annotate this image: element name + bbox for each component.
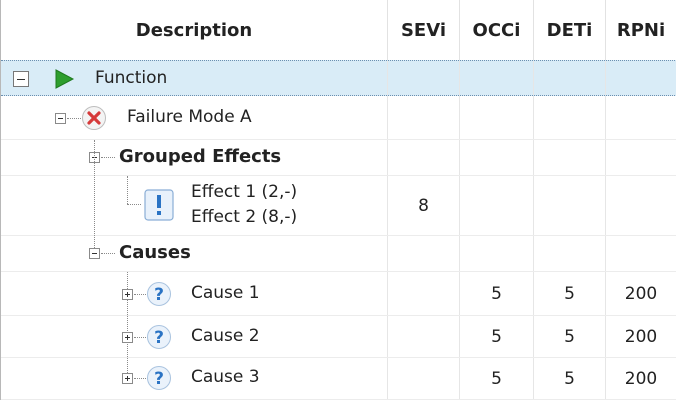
occi-cell: 5: [460, 316, 534, 357]
column-header-rpni[interactable]: RPNi: [606, 0, 676, 60]
collapse-toggle[interactable]: [55, 113, 66, 124]
description-cell: Function: [1, 61, 388, 95]
question-icon: ?: [146, 365, 172, 391]
tree-row-cause[interactable]: ? Cause 1 5 5 200: [1, 272, 676, 316]
tree-row-causes[interactable]: Causes: [1, 140, 676, 272]
rpni-cell: [606, 96, 676, 139]
expand-toggle[interactable]: [122, 289, 133, 300]
occi-cell: 5: [460, 272, 534, 315]
tree-connector: [134, 294, 146, 296]
sevi-cell: [388, 236, 460, 271]
svg-text:?: ?: [154, 285, 164, 305]
deti-cell: [534, 236, 606, 271]
grouped-effects-label: Grouped Effects: [119, 146, 282, 167]
description-cell: Effect 1 (2,-) Effect 2 (8,-): [1, 176, 388, 235]
tree-row-function[interactable]: Function: [1, 60, 676, 96]
collapse-toggle[interactable]: [13, 71, 29, 87]
deti-cell: 5: [534, 272, 606, 315]
column-header-sevi[interactable]: SEVi: [388, 0, 460, 60]
occi-cell: 5: [460, 358, 534, 399]
rpni-cell: [606, 140, 676, 175]
tree-connector: [134, 337, 146, 339]
expand-toggle[interactable]: [122, 373, 133, 384]
cause-label: Cause 1: [191, 283, 260, 303]
column-header-occi[interactable]: OCCi: [460, 0, 534, 60]
deti-cell: 5: [534, 358, 606, 399]
tree-connector: [127, 204, 141, 206]
deti-cell: [534, 96, 606, 139]
collapse-toggle[interactable]: [89, 248, 100, 259]
cause-label: Cause 2: [191, 326, 260, 346]
question-icon: ?: [146, 324, 172, 350]
play-icon: [53, 68, 75, 90]
failure-mode-label: Failure Mode A: [127, 107, 252, 127]
rpni-cell: 200: [606, 358, 676, 399]
occi-cell: [460, 176, 534, 235]
sevi-cell: 8: [388, 176, 460, 235]
sevi-cell: [388, 61, 460, 95]
tree-row-effects[interactable]: Effect 1 (2,-) Effect 2 (8,-) 8: [1, 176, 676, 236]
sevi-cell: [388, 358, 460, 399]
sevi-cell: [388, 140, 460, 175]
occi-cell: [460, 61, 534, 95]
fmea-tree-grid: Description SEVi OCCi DETi RPNi Function…: [0, 0, 676, 400]
sevi-cell: [388, 316, 460, 357]
tree-row-grouped-effects[interactable]: Grouped Effects: [1, 140, 676, 176]
rpni-cell: [606, 176, 676, 235]
tree-connector: [101, 253, 115, 255]
sevi-cell: [388, 272, 460, 315]
rpni-cell: [606, 61, 676, 95]
deti-cell: [534, 61, 606, 95]
tree-row-cause[interactable]: ? Cause 3 5 5 200: [1, 358, 676, 400]
effect-1-label: Effect 1 (2,-): [191, 182, 298, 202]
occi-cell: [460, 96, 534, 139]
description-cell: Grouped Effects: [1, 140, 388, 175]
deti-cell: [534, 176, 606, 235]
tree-connector: [134, 378, 146, 380]
x-circle-icon: [81, 105, 107, 131]
question-icon: ?: [146, 281, 172, 307]
occi-cell: [460, 236, 534, 271]
tree-row-failure-mode[interactable]: Failure Mode A: [1, 96, 676, 140]
tree-row-cause[interactable]: ? Cause 2 5 5 200: [1, 316, 676, 358]
exclamation-icon: [144, 188, 174, 222]
rpni-cell: 200: [606, 316, 676, 357]
cause-label: Cause 3: [191, 367, 260, 387]
deti-cell: [534, 140, 606, 175]
column-header-description[interactable]: Description: [1, 0, 388, 60]
svg-text:?: ?: [154, 369, 164, 389]
description-cell: ? Cause 2: [1, 316, 388, 357]
svg-text:?: ?: [154, 328, 164, 348]
deti-cell: 5: [534, 316, 606, 357]
rpni-cell: 200: [606, 272, 676, 315]
occi-cell: [460, 140, 534, 175]
description-cell: Causes: [1, 140, 388, 271]
column-header-row: Description SEVi OCCi DETi RPNi: [1, 0, 676, 61]
function-label: Function: [95, 68, 168, 88]
description-cell: Failure Mode A: [1, 96, 388, 139]
description-cell: ? Cause 3: [1, 358, 388, 399]
causes-label: Causes: [119, 242, 191, 263]
sevi-cell: [388, 96, 460, 139]
expand-toggle[interactable]: [122, 332, 133, 343]
effect-2-label: Effect 2 (8,-): [191, 207, 298, 227]
column-header-deti[interactable]: DETi: [534, 0, 606, 60]
tree-connector: [94, 140, 96, 248]
rpni-cell: [606, 236, 676, 271]
tree-connector: [67, 118, 81, 120]
tree-connector: [127, 176, 129, 204]
description-cell: ? Cause 1: [1, 272, 388, 315]
tree-connector: [101, 157, 115, 159]
